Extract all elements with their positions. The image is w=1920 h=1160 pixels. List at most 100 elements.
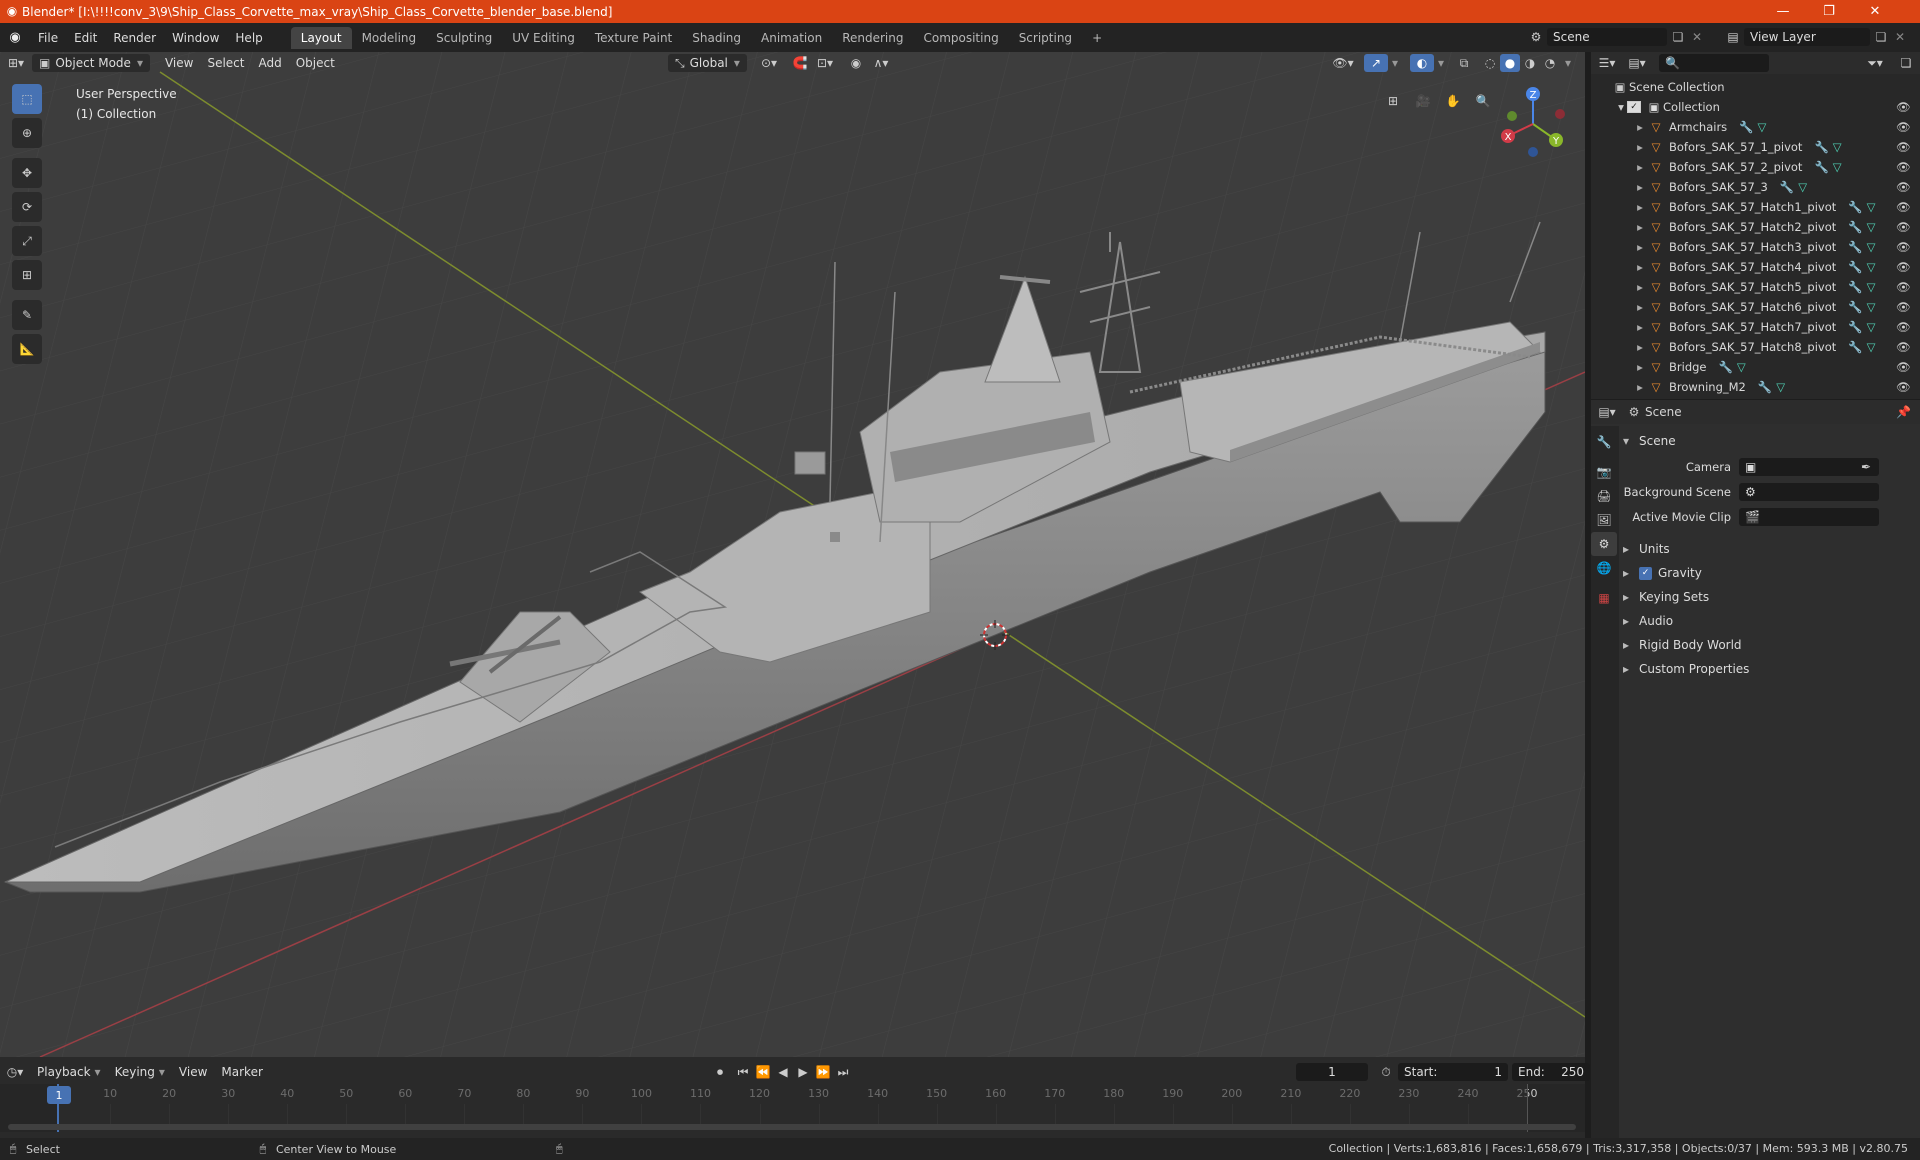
- outliner-item[interactable]: ▸ ▽ Bofors_SAK_57_3 🔧 ▽ 👁: [1591, 177, 1920, 197]
- outliner-item[interactable]: ▸ ▽ Bofors_SAK_57_1_pivot 🔧 ▽ 👁: [1591, 137, 1920, 157]
- expand-arrow-icon[interactable]: ▸: [1633, 140, 1647, 154]
- xray-icon[interactable]: ⧉: [1454, 54, 1474, 72]
- next-keyframe-icon[interactable]: ⏩: [814, 1063, 832, 1081]
- panel-keying-sets[interactable]: ▸ Keying Sets: [1623, 586, 1913, 608]
- maximize-icon[interactable]: ❐: [1806, 0, 1852, 23]
- timeline-menu-view[interactable]: View: [172, 1063, 214, 1081]
- navigation-gizmo[interactable]: Z Y X: [1496, 84, 1570, 158]
- editor-type-icon[interactable]: ☰▾: [1591, 56, 1623, 70]
- eye-icon[interactable]: 👁: [1896, 180, 1911, 194]
- pivot-point-icon[interactable]: ⊙▾: [756, 54, 782, 72]
- snap-icon[interactable]: 🧲: [790, 54, 810, 72]
- eye-icon[interactable]: 👁: [1896, 360, 1911, 374]
- expand-arrow-icon[interactable]: ▸: [1633, 200, 1647, 214]
- modifier-icon[interactable]: 🔧: [1848, 260, 1862, 274]
- expand-arrow-icon[interactable]: ▸: [1633, 300, 1647, 314]
- panel-units[interactable]: ▸ Units: [1623, 538, 1913, 560]
- eye-icon[interactable]: 👁: [1896, 280, 1911, 294]
- eye-icon[interactable]: 👁: [1896, 120, 1911, 134]
- eye-icon[interactable]: 👁: [1896, 160, 1911, 174]
- shading-rendered-icon[interactable]: ◔: [1540, 54, 1560, 72]
- move-tool[interactable]: ✥: [12, 158, 42, 188]
- object-mode-dropdown[interactable]: ▣ Object Mode ▾: [32, 54, 150, 72]
- viewport-menu-object[interactable]: Object: [289, 54, 342, 72]
- expand-arrow-icon[interactable]: ▸: [1633, 260, 1647, 274]
- filter-icon[interactable]: ⏷▾: [1863, 56, 1887, 71]
- chevron-down-icon[interactable]: ▾: [1560, 54, 1576, 72]
- menu-window[interactable]: Window: [164, 31, 227, 45]
- tab-shading[interactable]: Shading: [682, 27, 751, 49]
- expand-arrow-icon[interactable]: ▸: [1633, 120, 1647, 134]
- outliner-item[interactable]: ▸ ▽ Bofors_SAK_57_Hatch1_pivot 🔧 ▽ 👁: [1591, 197, 1920, 217]
- mesh-data-icon[interactable]: ▽: [1867, 260, 1876, 274]
- background-scene-field[interactable]: ⚙: [1739, 483, 1879, 501]
- tab-modeling[interactable]: Modeling: [352, 27, 427, 49]
- mesh-data-icon[interactable]: ▽: [1867, 300, 1876, 314]
- minimize-icon[interactable]: —: [1760, 0, 1806, 23]
- mesh-data-icon[interactable]: ▽: [1798, 180, 1807, 194]
- modifier-icon[interactable]: 🔧: [1848, 300, 1862, 314]
- mesh-data-icon[interactable]: ▽: [1867, 240, 1876, 254]
- tab-animation[interactable]: Animation: [751, 27, 832, 49]
- active-movie-clip-field[interactable]: 🎬: [1739, 508, 1879, 526]
- tab-compositing[interactable]: Compositing: [913, 27, 1008, 49]
- outliner-item[interactable]: ▸ ▽ Bofors_SAK_57_Hatch2_pivot 🔧 ▽ 👁: [1591, 217, 1920, 237]
- annotate-tool[interactable]: ✎: [12, 300, 42, 330]
- mesh-data-icon[interactable]: ▽: [1833, 160, 1842, 174]
- editor-type-icon[interactable]: ▤▾: [1591, 405, 1623, 419]
- modifier-icon[interactable]: 🔧: [1848, 220, 1862, 234]
- viewport-menu-add[interactable]: Add: [251, 54, 288, 72]
- modifier-icon[interactable]: 🔧: [1739, 120, 1753, 134]
- expand-arrow-icon[interactable]: ▸: [1633, 160, 1647, 174]
- eye-icon[interactable]: 👁: [1896, 100, 1911, 114]
- outliner-item[interactable]: ▸ ▽ Bofors_SAK_57_Hatch8_pivot 🔧 ▽ 👁: [1591, 337, 1920, 357]
- close-icon[interactable]: ✕: [1852, 0, 1898, 23]
- display-mode-icon[interactable]: ▤▾: [1623, 56, 1651, 70]
- viewport-menu-select[interactable]: Select: [200, 54, 251, 72]
- expand-arrow-icon[interactable]: ▸: [1633, 320, 1647, 334]
- playhead-handle[interactable]: 1: [47, 1086, 71, 1104]
- outliner-item[interactable]: ▸ ▽ Armchairs 🔧 ▽ 👁: [1591, 117, 1920, 137]
- shading-wireframe-icon[interactable]: ◌: [1480, 54, 1500, 72]
- outliner-item[interactable]: ▸ ▽ Bofors_SAK_57_2_pivot 🔧 ▽ 👁: [1591, 157, 1920, 177]
- mesh-data-icon[interactable]: ▽: [1867, 320, 1876, 334]
- jump-start-icon[interactable]: ⏮: [734, 1063, 752, 1081]
- visibility-icon[interactable]: 👁▾: [1330, 54, 1356, 72]
- modifier-icon[interactable]: 🔧: [1848, 320, 1862, 334]
- proportional-editing-icon[interactable]: ◉: [846, 54, 866, 72]
- expand-arrow-icon[interactable]: ▸: [1633, 220, 1647, 234]
- stopwatch-icon[interactable]: ⏱: [1376, 1063, 1396, 1081]
- shading-solid-icon[interactable]: ●: [1500, 54, 1520, 72]
- tab-rendering[interactable]: Rendering: [832, 27, 913, 49]
- mesh-data-icon[interactable]: ▽: [1867, 220, 1876, 234]
- record-icon[interactable]: ⏺: [710, 1063, 730, 1081]
- outliner-item[interactable]: ▸ ▽ Bofors_SAK_57_Hatch7_pivot 🔧 ▽ 👁: [1591, 317, 1920, 337]
- modifier-icon[interactable]: 🔧: [1780, 180, 1794, 194]
- outliner-item[interactable]: ▸ ▽ Bridge 🔧 ▽ 👁: [1591, 357, 1920, 377]
- start-frame-field[interactable]: Start: 1: [1398, 1063, 1508, 1081]
- editor-type-icon[interactable]: ◷▾: [0, 1065, 30, 1079]
- scene-field[interactable]: Scene: [1547, 28, 1667, 46]
- snap-target-icon[interactable]: ⊡▾: [812, 54, 838, 72]
- tab-sculpting[interactable]: Sculpting: [426, 27, 502, 49]
- transform-orientation-dropdown[interactable]: ⤡ Global ▾: [668, 54, 747, 72]
- panel-audio[interactable]: ▸ Audio: [1623, 610, 1913, 632]
- copy-icon[interactable]: ❏: [1667, 30, 1689, 44]
- eyedropper-icon[interactable]: ✒: [1861, 460, 1871, 474]
- 3d-viewport[interactable]: ⊞▾ ▣ Object Mode ▾ View Select Add Objec…: [0, 52, 1585, 1057]
- new-collection-icon[interactable]: ❏: [1896, 56, 1916, 70]
- eye-icon[interactable]: 👁: [1896, 240, 1911, 254]
- modifier-icon[interactable]: 🔧: [1848, 240, 1862, 254]
- remove-scene-icon[interactable]: ✕: [1689, 30, 1705, 44]
- eye-icon[interactable]: 👁: [1896, 340, 1911, 354]
- scene-tab-icon[interactable]: ⚙: [1591, 532, 1617, 556]
- expand-arrow-icon[interactable]: ▾: [1615, 100, 1627, 114]
- gizmo-toggle-icon[interactable]: ↗: [1364, 54, 1388, 72]
- expand-arrow-icon[interactable]: ▸: [1633, 280, 1647, 294]
- camera-view-icon[interactable]: 🎥: [1410, 88, 1436, 114]
- cursor-tool[interactable]: ⊕: [12, 118, 42, 148]
- camera-field[interactable]: ▣: [1739, 458, 1879, 476]
- jump-end-icon[interactable]: ⏭: [834, 1063, 852, 1081]
- expand-arrow-icon[interactable]: ▸: [1633, 240, 1647, 254]
- timeline-menu-marker[interactable]: Marker: [214, 1063, 269, 1081]
